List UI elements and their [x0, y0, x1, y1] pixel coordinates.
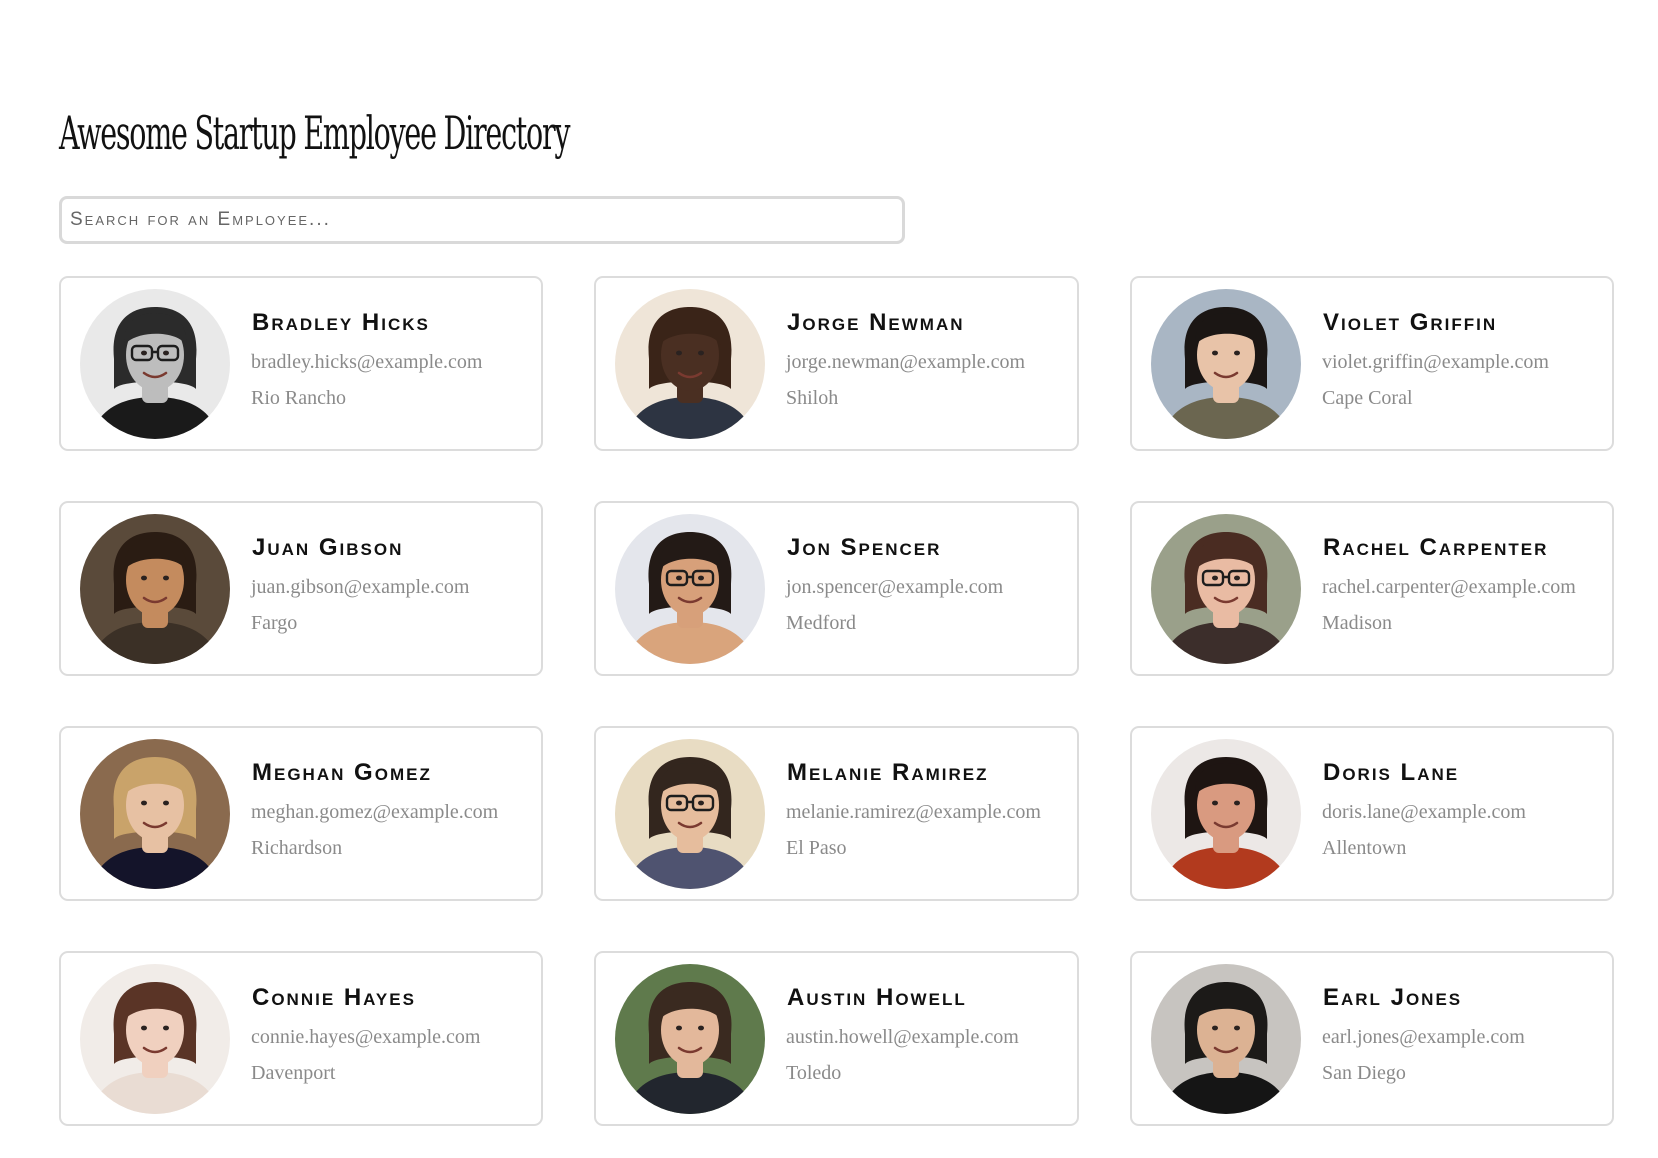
employee-card[interactable]: Earl Jones earl.jones@example.com San Di…: [1130, 951, 1614, 1126]
employee-name: Jon Spencer: [787, 534, 942, 561]
employee-avatar: [1151, 513, 1301, 664]
employee-email: violet.griffin@example.com: [1322, 351, 1549, 373]
employee-city: Shiloh: [786, 387, 839, 409]
employee-info: Violet Griffin violet.griffin@example.co…: [1322, 309, 1549, 410]
employee-info: Melanie Ramirez melanie.ramirez@example.…: [786, 759, 1041, 860]
employee-card[interactable]: Jorge Newman jorge.newman@example.com Sh…: [594, 276, 1079, 451]
employee-email: doris.lane@example.com: [1322, 801, 1526, 823]
employee-name: Doris Lane: [1323, 759, 1460, 786]
employee-avatar: [1151, 738, 1301, 889]
employee-card[interactable]: Violet Griffin violet.griffin@example.co…: [1130, 276, 1614, 451]
employee-avatar: [80, 738, 230, 889]
employee-info: Bradley Hicks bradley.hicks@example.com …: [251, 309, 482, 410]
employee-email: melanie.ramirez@example.com: [786, 801, 1041, 823]
employee-name: Connie Hayes: [252, 984, 416, 1011]
employee-name: Juan Gibson: [252, 534, 404, 561]
employee-city: Rio Rancho: [251, 387, 346, 409]
employee-city: Cape Coral: [1322, 387, 1413, 409]
employee-email: austin.howell@example.com: [786, 1026, 1019, 1048]
page-title: Awesome Startup Employee Directory: [59, 106, 570, 160]
employee-info: Jon Spencer jon.spencer@example.com Medf…: [786, 534, 1003, 635]
employee-name: Austin Howell: [787, 984, 967, 1011]
employee-email: rachel.carpenter@example.com: [1322, 576, 1576, 598]
employee-name: Jorge Newman: [787, 309, 965, 336]
employee-name: Melanie Ramirez: [787, 759, 989, 786]
employee-card[interactable]: Melanie Ramirez melanie.ramirez@example.…: [594, 726, 1079, 901]
employee-avatar: [615, 288, 765, 439]
employee-info: Jorge Newman jorge.newman@example.com Sh…: [786, 309, 1025, 410]
employee-card[interactable]: Meghan Gomez meghan.gomez@example.com Ri…: [59, 726, 543, 901]
employee-info: Austin Howell austin.howell@example.com …: [786, 984, 1019, 1085]
employee-city: El Paso: [786, 837, 847, 859]
employee-city: Fargo: [251, 612, 298, 634]
employee-city: San Diego: [1322, 1062, 1406, 1084]
employee-city: Allentown: [1322, 837, 1407, 859]
employee-city: Madison: [1322, 612, 1392, 634]
employee-email: bradley.hicks@example.com: [251, 351, 483, 373]
employee-name: Earl Jones: [1323, 984, 1463, 1011]
employee-email: jon.spencer@example.com: [786, 576, 1004, 598]
employee-email: earl.jones@example.com: [1322, 1026, 1525, 1048]
employee-avatar: [615, 963, 765, 1114]
employee-card[interactable]: Bradley Hicks bradley.hicks@example.com …: [59, 276, 543, 451]
employee-avatar: [615, 513, 765, 664]
employee-card[interactable]: Austin Howell austin.howell@example.com …: [594, 951, 1079, 1126]
employee-info: Juan Gibson juan.gibson@example.com Farg…: [251, 534, 469, 635]
employee-info: Connie Hayes connie.hayes@example.com Da…: [251, 984, 480, 1085]
employee-city: Richardson: [251, 837, 343, 859]
employee-avatar: [80, 963, 230, 1114]
employee-avatar: [80, 513, 230, 664]
employee-info: Earl Jones earl.jones@example.com San Di…: [1322, 984, 1525, 1085]
employee-name: Meghan Gomez: [252, 759, 432, 786]
employee-avatar: [80, 288, 230, 439]
employee-avatar: [1151, 963, 1301, 1114]
employee-directory-page: Awesome Startup Employee Directory Searc…: [0, 0, 1658, 1158]
employee-info: Doris Lane doris.lane@example.com Allent…: [1322, 759, 1526, 860]
employee-info: Meghan Gomez meghan.gomez@example.com Ri…: [251, 759, 498, 860]
employee-name: Rachel Carpenter: [1323, 534, 1549, 561]
employee-city: Davenport: [251, 1062, 336, 1084]
employee-city: Toledo: [786, 1062, 842, 1084]
employee-info: Rachel Carpenter rachel.carpenter@exampl…: [1322, 534, 1576, 635]
employee-card[interactable]: Jon Spencer jon.spencer@example.com Medf…: [594, 501, 1079, 676]
employee-avatar: [1151, 288, 1301, 439]
employee-email: meghan.gomez@example.com: [251, 801, 499, 823]
employee-card[interactable]: Rachel Carpenter rachel.carpenter@exampl…: [1130, 501, 1614, 676]
employee-email: jorge.newman@example.com: [786, 351, 1026, 373]
employee-email: juan.gibson@example.com: [251, 576, 470, 598]
employee-city: Medford: [786, 612, 856, 634]
employee-search-input[interactable]: [59, 196, 905, 244]
employee-card[interactable]: Juan Gibson juan.gibson@example.com Farg…: [59, 501, 543, 676]
employee-name: Bradley Hicks: [252, 309, 430, 336]
employee-name: Violet Griffin: [1323, 309, 1498, 336]
employee-card-grid: Bradley Hicks bradley.hicks@example.com …: [59, 276, 1614, 1126]
employee-email: connie.hayes@example.com: [251, 1026, 481, 1048]
employee-card[interactable]: Doris Lane doris.lane@example.com Allent…: [1130, 726, 1614, 901]
employee-card[interactable]: Connie Hayes connie.hayes@example.com Da…: [59, 951, 543, 1126]
employee-avatar: [615, 738, 765, 889]
